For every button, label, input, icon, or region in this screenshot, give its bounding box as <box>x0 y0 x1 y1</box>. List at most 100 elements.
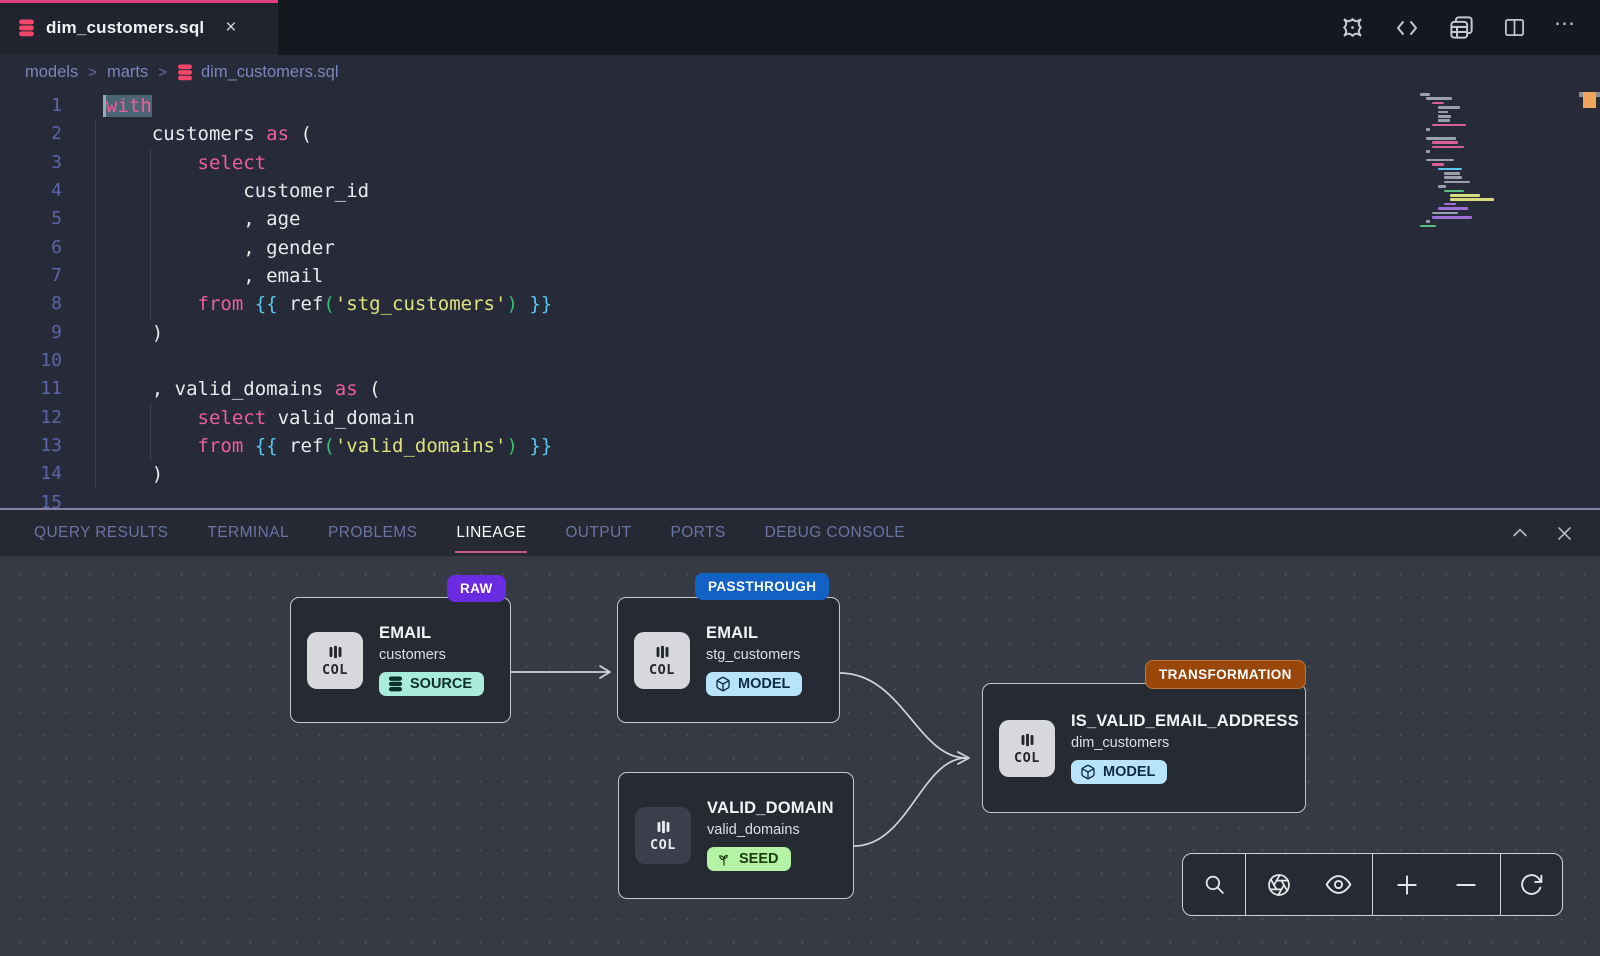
line-text: , email <box>62 262 323 290</box>
zoom-out-icon <box>1453 872 1479 898</box>
visibility-button[interactable] <box>1313 871 1364 898</box>
lineage-node-customers-email[interactable]: COL EMAIL customers SOURCE <box>290 597 511 723</box>
code-line: 9 ) <box>0 319 1600 347</box>
duplicate-table-icon[interactable] <box>1448 14 1475 41</box>
code-line: 14 ) <box>0 460 1600 488</box>
tab-dim-customers-sql[interactable]: dim_customers.sql × <box>0 0 278 55</box>
panel-tab-lineage[interactable]: LINEAGE <box>455 510 527 556</box>
code-line: 2 customers as ( <box>0 120 1600 148</box>
code-line: 3 select <box>0 149 1600 177</box>
panel-tabs: QUERY RESULTS TERMINAL PROBLEMS LINEAGE OUTP… <box>33 510 906 556</box>
panel-tab-debug-console[interactable]: DEBUG CONSOLE <box>764 510 906 556</box>
code-line: 4 customer_id <box>0 177 1600 205</box>
chip-label: SEED <box>739 851 779 867</box>
panel-tab-output[interactable]: OUTPUT <box>564 510 632 556</box>
line-number: 15 <box>0 489 62 508</box>
aperture-icon <box>1266 872 1292 898</box>
dbt-logo-icon[interactable] <box>1339 14 1366 41</box>
col-label: COL <box>322 662 348 678</box>
panel-tab-terminal[interactable]: TERMINAL <box>206 510 290 556</box>
line-number: 9 <box>0 319 62 347</box>
search-button[interactable] <box>1190 872 1239 897</box>
minimap-row <box>1420 137 1533 140</box>
node-subtitle: customers <box>379 647 484 663</box>
eye-icon <box>1325 871 1352 898</box>
column-chip: COL <box>634 632 690 689</box>
breadcrumb-separator: > <box>88 64 97 81</box>
line-text: select <box>62 149 266 177</box>
node-title: EMAIL <box>706 624 802 643</box>
lineage-node-stg-customers-email[interactable]: COL EMAIL stg_customers MODEL <box>617 597 840 723</box>
badge-raw: RAW <box>447 575 506 602</box>
minimap-row <box>1420 194 1533 197</box>
node-subtitle: stg_customers <box>706 647 802 663</box>
line-text: select valid_domain <box>62 404 415 432</box>
minimap-row <box>1420 212 1533 215</box>
breadcrumb: models > marts > dim_customers.sql <box>0 55 1600 90</box>
line-text: ) <box>62 460 163 488</box>
panel-tab-query-results[interactable]: QUERY RESULTS <box>33 510 169 556</box>
column-chip: COL <box>307 632 363 689</box>
line-text: from {{ ref('valid_domains') }} <box>62 432 552 460</box>
line-number: 3 <box>0 149 62 177</box>
more-ellipsis-icon[interactable]: ⋯ <box>1554 24 1576 32</box>
overview-ruler-marker <box>1583 92 1596 108</box>
minimap-row <box>1420 203 1533 206</box>
panel-tab-ports[interactable]: PORTS <box>669 510 726 556</box>
breadcrumb-marts[interactable]: marts <box>107 63 148 82</box>
line-number: 12 <box>0 404 62 432</box>
search-icon <box>1202 872 1227 897</box>
minimap-row <box>1420 128 1533 131</box>
lineage-canvas[interactable]: RAW COL EMAIL customers <box>0 556 1600 956</box>
lineage-node-valid-domains[interactable]: COL VALID_DOMAIN valid_domains SEED <box>618 772 854 899</box>
close-panel-icon[interactable] <box>1555 524 1574 543</box>
minimap-row <box>1420 141 1533 144</box>
ide-window: dim_customers.sql × ⋯ models <box>0 0 1600 956</box>
breadcrumb-models[interactable]: models <box>25 63 78 82</box>
chip-label: SOURCE <box>410 676 472 692</box>
chip-label: MODEL <box>1103 764 1155 780</box>
line-number: 1 <box>0 92 62 120</box>
minimap-row <box>1420 150 1533 153</box>
line-text <box>62 347 106 375</box>
aperture-button[interactable] <box>1254 872 1304 898</box>
line-number: 10 <box>0 347 62 375</box>
model-chip: MODEL <box>706 672 802 696</box>
tab-close-icon[interactable]: × <box>225 18 236 37</box>
minimap-row <box>1420 93 1533 96</box>
minimap[interactable] <box>1420 93 1533 258</box>
col-label: COL <box>1014 750 1040 766</box>
line-number: 5 <box>0 205 62 233</box>
lineage-node-dim-customers[interactable]: COL IS_VALID_EMAIL_ADDRESS dim_customers… <box>982 683 1306 813</box>
minimap-row <box>1420 185 1533 188</box>
minimap-row <box>1420 172 1533 175</box>
seedling-icon <box>716 851 732 867</box>
columns-icon <box>1018 731 1037 749</box>
code-line: 7 , email <box>0 262 1600 290</box>
zoom-in-button[interactable] <box>1382 872 1432 898</box>
editor-tab-bar: dim_customers.sql × ⋯ <box>0 0 1600 55</box>
badge-transformation: TRANSFORMATION <box>1145 660 1306 689</box>
node-subtitle: valid_domains <box>707 822 834 838</box>
zoom-out-button[interactable] <box>1441 872 1491 898</box>
code-editor[interactable]: 1with2 customers as (3 select4 customer_… <box>0 90 1600 508</box>
breadcrumb-separator: > <box>158 64 167 81</box>
breadcrumb-file[interactable]: dim_customers.sql <box>177 63 339 82</box>
code-icon[interactable] <box>1393 16 1421 40</box>
line-number: 6 <box>0 234 62 262</box>
code-line: 5 , age <box>0 205 1600 233</box>
node-title: VALID_DOMAIN <box>707 799 834 818</box>
line-text: , valid_domains as ( <box>62 375 381 403</box>
node-title: IS_VALID_EMAIL_ADDRESS <box>1071 712 1299 731</box>
split-editor-icon[interactable] <box>1502 16 1527 39</box>
editor-actions: ⋯ <box>1339 0 1600 55</box>
cube-icon <box>1080 764 1096 780</box>
zoom-in-icon <box>1394 872 1420 898</box>
line-number: 7 <box>0 262 62 290</box>
refresh-button[interactable] <box>1507 872 1556 897</box>
collapse-chevron-up-icon[interactable] <box>1510 523 1530 543</box>
panel-tab-problems[interactable]: PROBLEMS <box>327 510 418 556</box>
line-number: 4 <box>0 177 62 205</box>
line-text: from {{ ref('stg_customers') }} <box>62 290 552 318</box>
minimap-row <box>1420 102 1533 105</box>
